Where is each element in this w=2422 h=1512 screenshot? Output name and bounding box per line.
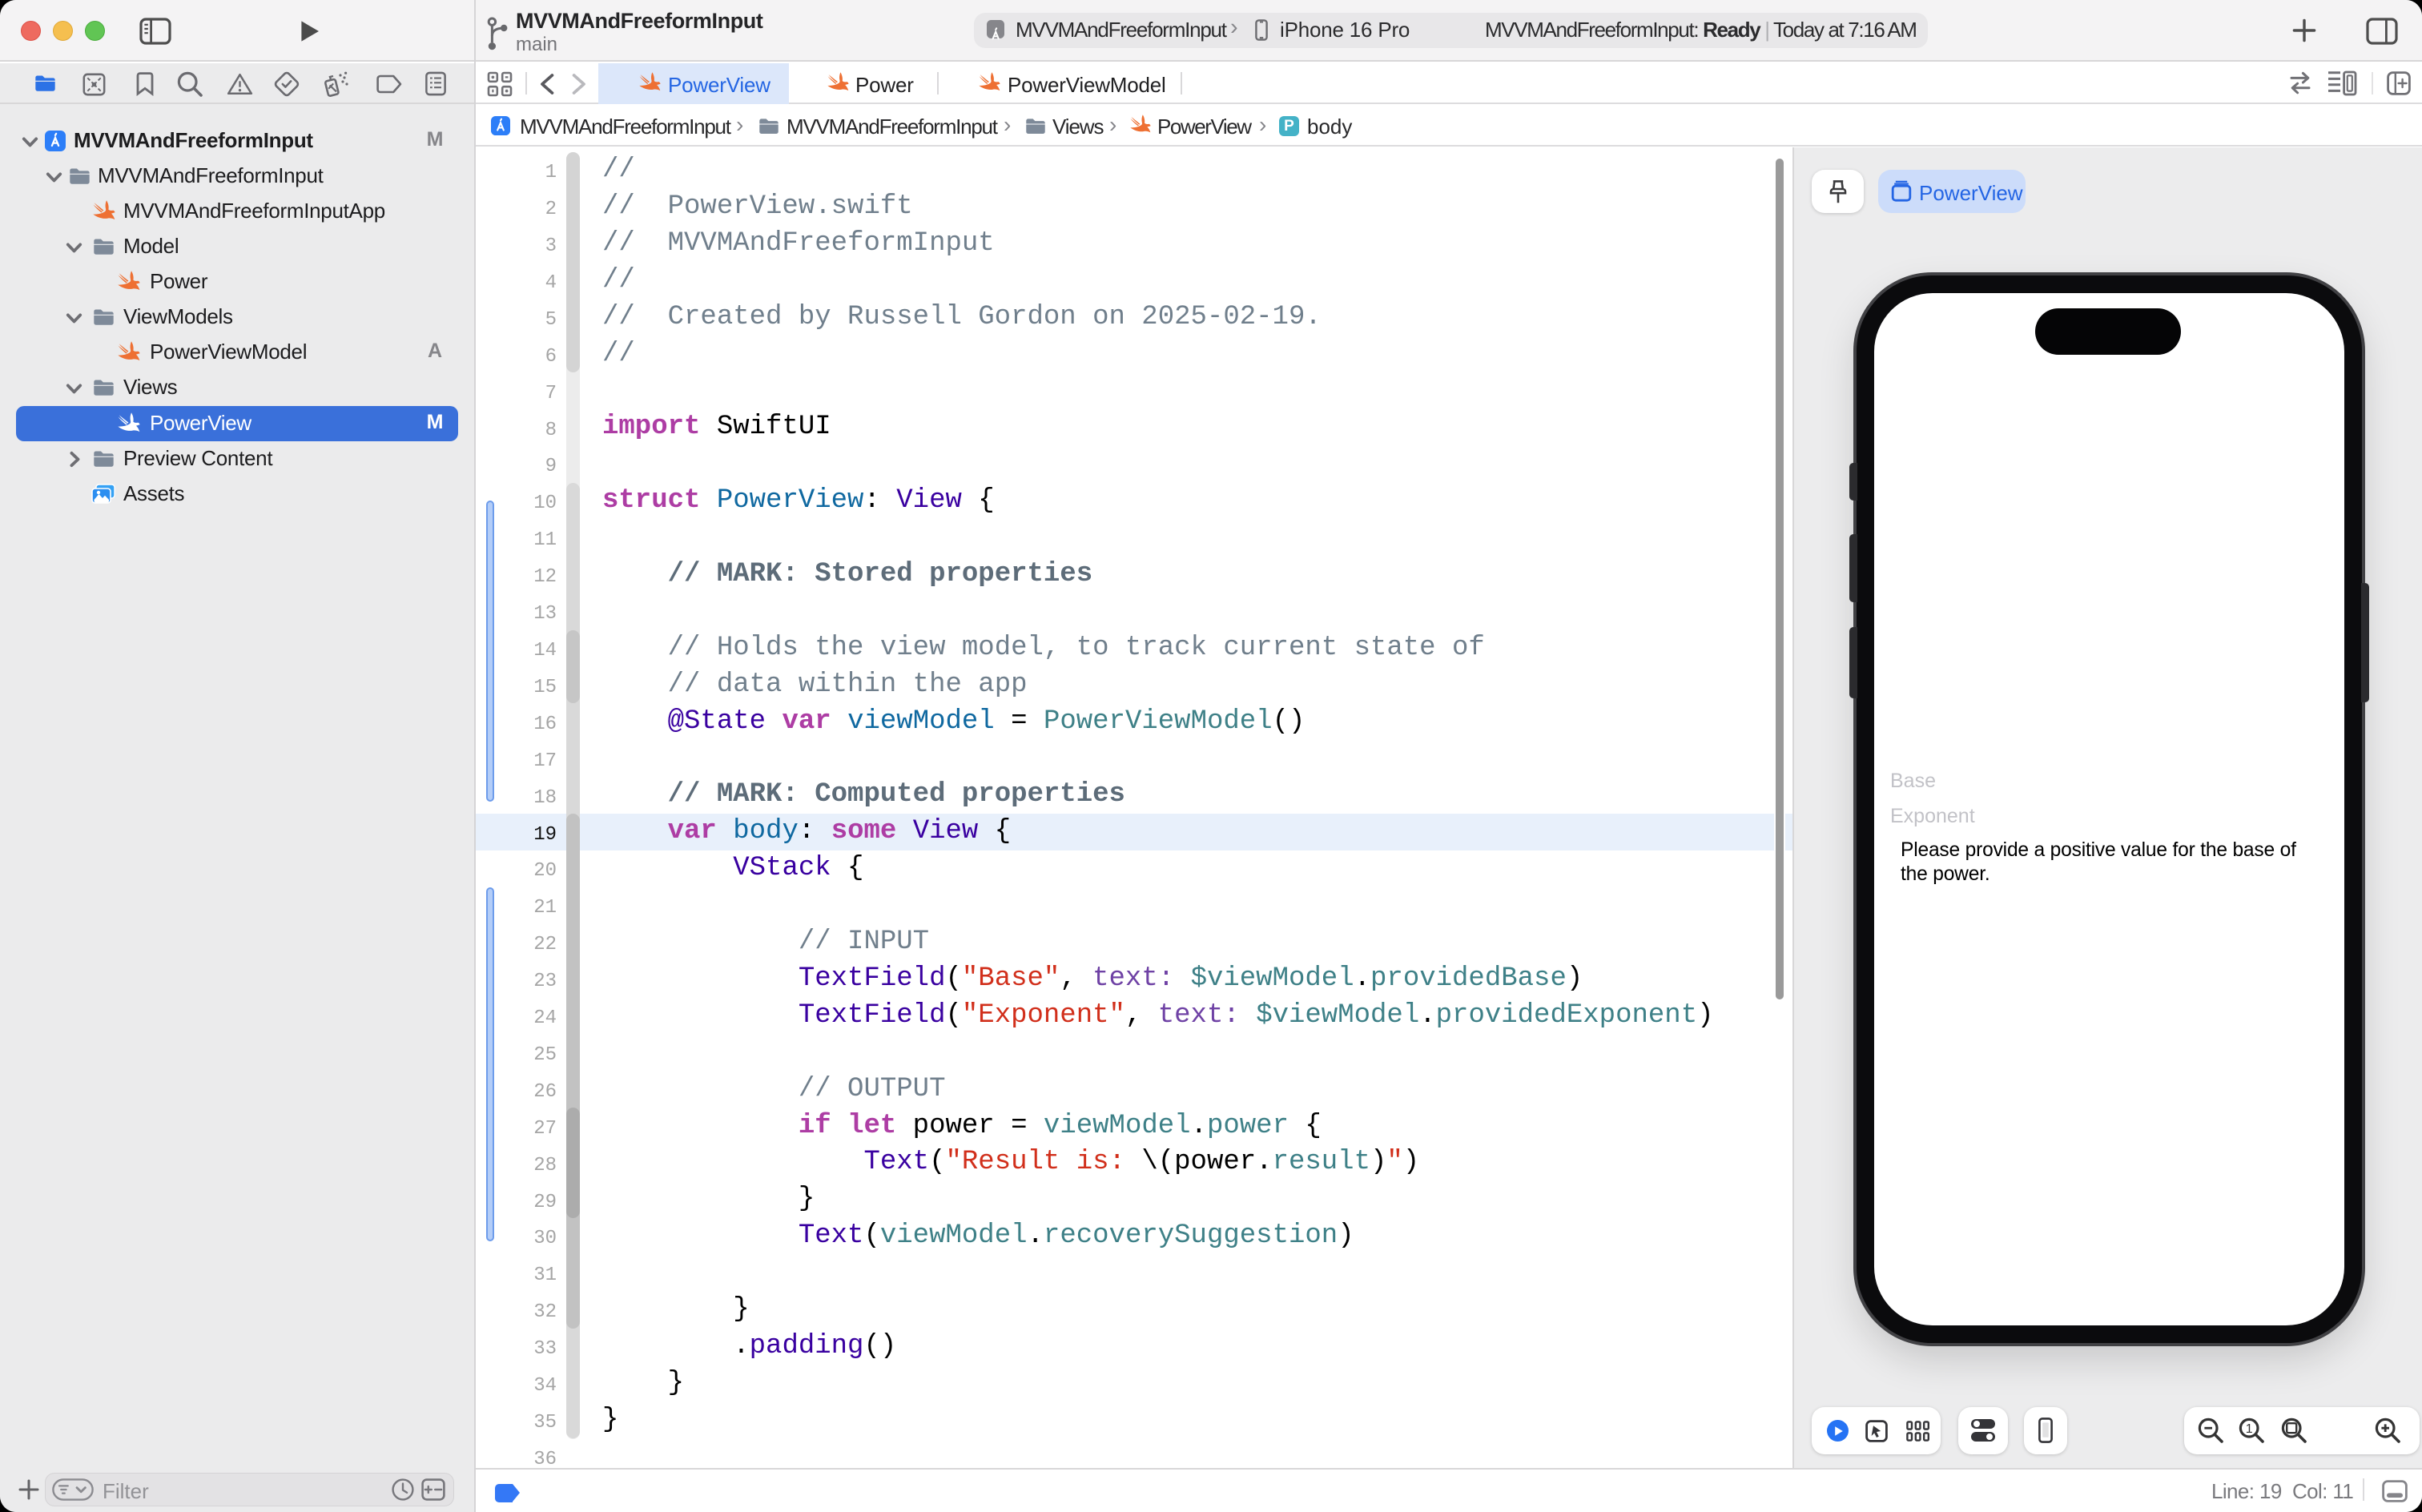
svg-text:1: 1 (2246, 1422, 2253, 1436)
